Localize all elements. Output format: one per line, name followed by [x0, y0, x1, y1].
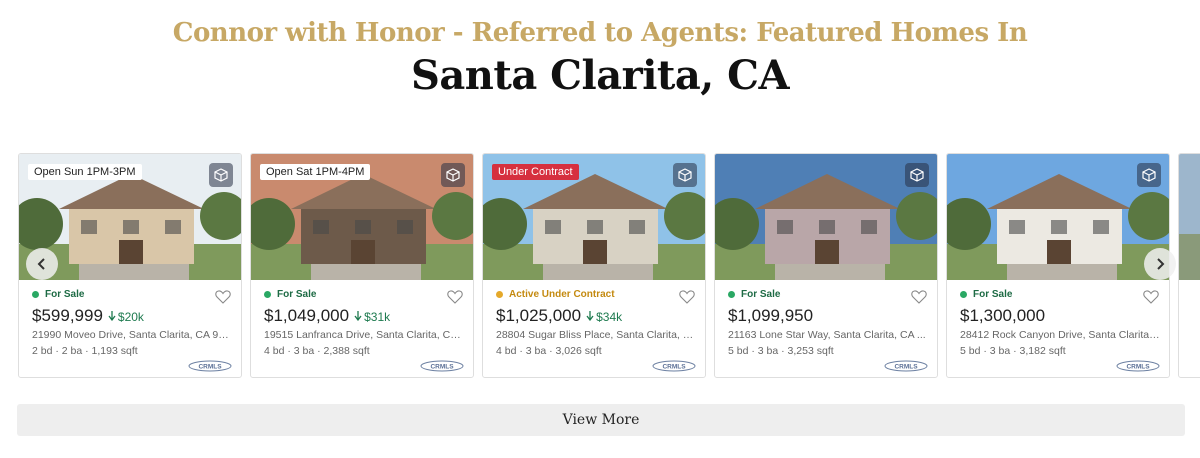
mls-text: CRMLS: [894, 364, 918, 371]
carousel-next-button[interactable]: [1144, 248, 1176, 280]
listing-address[interactable]: 21163 Lone Star Way, Santa Clarita, CA .…: [728, 329, 928, 341]
arrow-down-icon: [354, 311, 362, 322]
arrow-down-icon: [108, 311, 116, 322]
arrow-down-icon: [586, 311, 594, 322]
crmls-logo: CRMLS: [188, 360, 232, 372]
page-subtitle: Connor with Honor - Referred to Agents: …: [172, 18, 1028, 48]
heart-icon[interactable]: [911, 289, 927, 304]
listing-price: $1,025,000: [496, 306, 582, 325]
listing-details: 5 bd · 3 ba · 3,253 sqft: [728, 345, 834, 357]
listing-price: $1,049,000: [264, 306, 350, 325]
listing-status: For Sale: [264, 289, 316, 300]
status-dot-icon: [32, 291, 39, 298]
listing-address[interactable]: 19515 Lanfranca Drive, Santa Clarita, CA…: [264, 329, 464, 341]
mls-text: CRMLS: [662, 364, 686, 371]
3d-tour-button[interactable]: [1137, 163, 1161, 187]
status-label: For Sale: [973, 289, 1013, 300]
listing-status: For Sale: [960, 289, 1012, 300]
listing-details: 4 bd · 3 ba · 3,026 sqft: [496, 345, 602, 357]
listing-details: 2 bd · 2 ba · 1,193 sqft: [32, 345, 138, 357]
page-title: Santa Clarita, CA: [410, 52, 790, 99]
listing-price: $1,099,950: [728, 306, 814, 325]
status-label: Active Under Contract: [509, 289, 615, 300]
status-label: For Sale: [45, 289, 85, 300]
3d-tour-button[interactable]: [209, 163, 233, 187]
listing-price-row: $1,300,000: [960, 306, 1045, 326]
chevron-left-icon: [37, 258, 45, 270]
listing-tag: Open Sun 1PM-3PM: [28, 164, 142, 180]
listing-details: 5 bd · 3 ba · 3,182 sqft: [960, 345, 1066, 357]
price-drop-amount: $34k: [596, 310, 623, 324]
3d-cube-icon: [446, 168, 460, 182]
listing-address[interactable]: 21990 Moveo Drive, Santa Clarita, CA 91.…: [32, 329, 232, 341]
3d-tour-button[interactable]: [905, 163, 929, 187]
3d-cube-icon: [910, 168, 924, 182]
listing-price-row: $1,049,000 $31k: [264, 306, 390, 326]
mls-text: CRMLS: [430, 364, 454, 371]
listing-status: For Sale: [32, 289, 84, 300]
listing-photo[interactable]: [947, 154, 1169, 280]
heart-icon[interactable]: [215, 289, 231, 304]
status-dot-icon: [496, 291, 503, 298]
next-card-peek: [1178, 153, 1200, 378]
listing-tag: Under Contract: [492, 164, 579, 180]
price-drop: $34k: [586, 310, 622, 324]
mls-text: CRMLS: [198, 364, 222, 371]
price-drop-amount: $20k: [117, 310, 144, 324]
3d-cube-icon: [678, 168, 692, 182]
listing-card[interactable]: For Sale $1,099,950 21163 Lone Star Way, S…: [714, 153, 938, 378]
crmls-logo: CRMLS: [884, 360, 928, 372]
listing-price-row: $1,099,950: [728, 306, 813, 326]
status-label: For Sale: [277, 289, 317, 300]
chevron-right-icon: [1157, 258, 1165, 270]
listing-details: 4 bd · 3 ba · 2,388 sqft: [264, 345, 370, 357]
listing-price-row: $1,025,000 $34k: [496, 306, 622, 326]
heart-icon[interactable]: [447, 289, 463, 304]
3d-tour-button[interactable]: [441, 163, 465, 187]
heart-icon[interactable]: [1143, 289, 1159, 304]
listing-address[interactable]: 28412 Rock Canyon Drive, Santa Clarita,.…: [960, 329, 1160, 341]
mls-text: CRMLS: [1126, 364, 1150, 371]
listing-price: $599,999: [32, 306, 103, 325]
listing-price-row: $599,999 $20k: [32, 306, 144, 326]
listing-status: Active Under Contract: [496, 289, 615, 300]
3d-cube-icon: [1142, 168, 1156, 182]
listing-price: $1,300,000: [960, 306, 1046, 325]
listing-card[interactable]: Under Contract Active Under Contract $1,02…: [482, 153, 706, 378]
3d-tour-button[interactable]: [673, 163, 697, 187]
status-label: For Sale: [741, 289, 781, 300]
listing-carousel: Open Sun 1PM-3PM For Sale $599,999 $20k 2199…: [18, 153, 1200, 379]
crmls-logo: CRMLS: [1116, 360, 1160, 372]
crmls-logo: CRMLS: [652, 360, 696, 372]
view-more-button[interactable]: View More: [17, 404, 1185, 436]
listing-tag: Open Sat 1PM-4PM: [260, 164, 371, 180]
crmls-logo: CRMLS: [420, 360, 464, 372]
listing-photo[interactable]: [715, 154, 937, 280]
listing-status: For Sale: [728, 289, 780, 300]
listing-card[interactable]: For Sale $1,300,000 28412 Rock Canyon Driv…: [946, 153, 1170, 378]
3d-cube-icon: [214, 168, 228, 182]
price-drop: $20k: [108, 310, 144, 324]
status-dot-icon: [728, 291, 735, 298]
heart-icon[interactable]: [679, 289, 695, 304]
price-drop-amount: $31k: [364, 310, 391, 324]
status-dot-icon: [960, 291, 967, 298]
carousel-prev-button[interactable]: [26, 248, 58, 280]
price-drop: $31k: [354, 310, 390, 324]
listing-card[interactable]: Open Sat 1PM-4PM For Sale $1,049,000 $31k 19…: [250, 153, 474, 378]
status-dot-icon: [264, 291, 271, 298]
listing-address[interactable]: 28804 Sugar Bliss Place, Santa Clarita, …: [496, 329, 696, 341]
